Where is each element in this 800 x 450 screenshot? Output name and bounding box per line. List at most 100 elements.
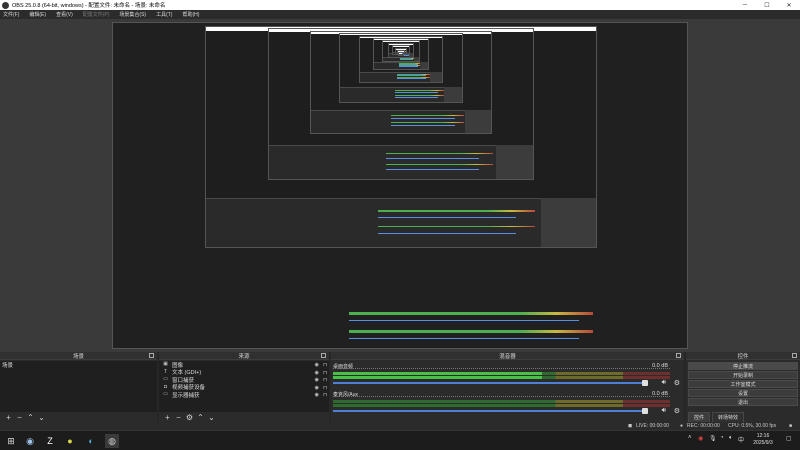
undock-icon[interactable] bbox=[676, 353, 681, 358]
meter-fill bbox=[333, 372, 542, 375]
menu-file[interactable]: 文件(F) bbox=[3, 11, 19, 18]
menu-view[interactable]: 查看(V) bbox=[56, 11, 73, 18]
input-language[interactable]: 中 bbox=[738, 435, 744, 444]
add-source-button[interactable]: + bbox=[163, 413, 172, 422]
status-bar: ◼ LIVE: 00:00:00 ● REC: 00:00:00 CPU: 0.… bbox=[0, 422, 800, 430]
controls-dock-header: 控件 bbox=[686, 352, 800, 360]
sources-list[interactable]: ▣ 图像 ◉ ⊓ T 文本 (GDI+) ◉ ⊓ ▭ 窗口捕获 ◉ ⊓ ◘ 视频… bbox=[159, 361, 329, 412]
preview-canvas[interactable] bbox=[112, 22, 688, 349]
menu-tools[interactable]: 工具(T) bbox=[156, 11, 172, 18]
lock-icon[interactable]: ⊓ bbox=[323, 392, 327, 398]
speaker-icon[interactable]: 🔊︎ bbox=[662, 407, 666, 415]
undock-icon[interactable] bbox=[321, 353, 326, 358]
settings-button[interactable]: 设置 bbox=[688, 389, 798, 397]
nested-slider bbox=[396, 78, 427, 80]
edge-icon[interactable]: ◐ bbox=[84, 434, 98, 448]
exit-button[interactable]: 退出 bbox=[688, 398, 798, 406]
windows-start-icon[interactable]: ⊞ bbox=[4, 434, 18, 448]
undock-icon[interactable] bbox=[149, 353, 154, 358]
studio-mode-button[interactable]: 工作室模式 bbox=[688, 380, 798, 388]
network-icon[interactable]: ◔ bbox=[720, 435, 724, 441]
clock[interactable]: 12:16 2025/9/3 bbox=[749, 433, 777, 447]
scene-list-item[interactable]: 场景 bbox=[0, 361, 157, 369]
menu-profile[interactable]: 配置文件(P) bbox=[83, 11, 110, 18]
sources-dock: 来源 ▣ 图像 ◉ ⊓ T 文本 (GDI+) ◉ ⊓ ▭ 窗口捕获 ◉ ⊓ ◘… bbox=[159, 352, 329, 423]
embedded-slider bbox=[349, 320, 579, 321]
window-title: OBS 25.0.8 (64-bit, windows) - 配置文件: 未命名… bbox=[12, 3, 166, 9]
remove-scene-button[interactable]: − bbox=[15, 413, 24, 422]
eye-icon[interactable]: ◉ bbox=[315, 370, 319, 376]
undock-icon[interactable] bbox=[792, 353, 797, 358]
start-recording-button[interactable]: 开始录制 bbox=[688, 371, 798, 379]
controls-dock-title: 控件 bbox=[737, 353, 749, 360]
source-list-item[interactable]: ▭ 显示器捕获 ◉ ⊓ bbox=[159, 391, 329, 399]
chevron-up-icon[interactable]: ˄ bbox=[688, 435, 692, 441]
minimize-button[interactable]: ─ bbox=[734, 0, 756, 10]
lock-icon[interactable]: ⊓ bbox=[323, 385, 327, 391]
add-scene-button[interactable]: + bbox=[4, 413, 13, 422]
window-title-bar: OBS 25.0.8 (64-bit, windows) - 配置文件: 未命名… bbox=[0, 0, 800, 10]
embedded-meter bbox=[349, 330, 593, 333]
close-button[interactable]: ✕ bbox=[778, 0, 800, 10]
obs-logo-icon bbox=[2, 1, 9, 9]
nested-controls bbox=[495, 145, 534, 179]
z-app-icon[interactable]: Z bbox=[43, 434, 57, 448]
gear-icon[interactable]: ⚙ bbox=[674, 379, 680, 387]
eye-icon[interactable]: ◉ bbox=[315, 377, 319, 383]
nested-meter bbox=[391, 115, 464, 117]
scenes-list[interactable]: 场景 bbox=[0, 361, 157, 412]
record-tray-icon[interactable]: ◉ bbox=[698, 435, 703, 442]
eye-icon[interactable]: ◉ bbox=[315, 385, 319, 391]
embedded-meter bbox=[349, 312, 593, 315]
obs-taskbar-icon[interactable]: ◍ bbox=[105, 434, 119, 448]
nested-slider bbox=[394, 92, 438, 94]
move-up-button[interactable]: ⌃ bbox=[26, 413, 35, 422]
controls-buttons: 停止推流 开始录制 工作室模式 设置 退出 bbox=[686, 361, 800, 406]
menu-help[interactable]: 帮助(H) bbox=[182, 11, 199, 18]
volume-meter bbox=[333, 376, 670, 379]
nested-controls bbox=[420, 62, 429, 70]
move-down-button[interactable]: ⌄ bbox=[207, 413, 216, 422]
stop-streaming-button[interactable]: 停止推流 bbox=[688, 362, 798, 370]
gear-icon[interactable]: ⚙ bbox=[674, 407, 680, 415]
nested-capture-frame bbox=[398, 52, 404, 56]
remove-source-button[interactable]: − bbox=[174, 413, 183, 422]
preview-area[interactable] bbox=[0, 19, 800, 351]
source-properties-button[interactable]: ⚙ bbox=[185, 413, 194, 422]
volume-meter bbox=[333, 400, 670, 403]
chrome-icon[interactable]: ● bbox=[63, 434, 77, 448]
nested-controls bbox=[409, 53, 414, 57]
volume-slider-handle[interactable] bbox=[642, 408, 648, 414]
nested-controls bbox=[402, 53, 403, 55]
lock-icon[interactable]: ⊓ bbox=[323, 377, 327, 383]
eye-icon[interactable]: ◉ bbox=[315, 392, 319, 398]
notification-icon[interactable]: ▢ bbox=[786, 435, 792, 442]
camera-icon: ◘ bbox=[163, 383, 168, 390]
live-timer: LIVE: 00:00:00 bbox=[636, 423, 670, 429]
volume-slider-handle[interactable] bbox=[642, 380, 648, 386]
volume-slider[interactable] bbox=[333, 382, 646, 384]
lock-icon[interactable]: ⊓ bbox=[323, 362, 327, 368]
steam-icon[interactable]: ◉ bbox=[23, 434, 37, 448]
speaker-icon[interactable]: 🔊︎ bbox=[662, 379, 666, 387]
menu-edit[interactable]: 编辑(E) bbox=[29, 11, 46, 18]
volume-slider[interactable] bbox=[333, 410, 646, 412]
mixer-channel-desktop: 桌面音频 0.0 dB 🔊︎ ⚙ bbox=[333, 363, 682, 389]
nested-meter bbox=[386, 153, 493, 155]
nested-slider bbox=[391, 118, 455, 120]
nested-dock-area bbox=[206, 198, 596, 248]
maximize-button[interactable]: ☐ bbox=[756, 0, 778, 10]
audio-mixer-dock: 混音器 桌面音频 0.0 dB 🔊︎ ⚙ 麦克风/Aux 0.0 dB 🔊︎ ⚙ bbox=[331, 352, 684, 423]
stream-health-icon: ■ bbox=[789, 423, 793, 429]
lock-icon[interactable]: ⊓ bbox=[323, 370, 327, 376]
embedded-slider bbox=[349, 338, 579, 339]
menu-scene-collection[interactable]: 场景集合(S) bbox=[119, 11, 146, 18]
eye-icon[interactable]: ◉ bbox=[315, 362, 319, 368]
microphone-icon[interactable]: 🎙︎ bbox=[709, 435, 717, 442]
nested-controls bbox=[541, 198, 596, 248]
nested-meter bbox=[394, 89, 444, 91]
volume-icon[interactable]: 🔈︎ bbox=[729, 435, 733, 442]
nested-slider bbox=[378, 217, 516, 219]
move-down-button[interactable]: ⌄ bbox=[37, 413, 46, 422]
move-up-button[interactable]: ⌃ bbox=[196, 413, 205, 422]
